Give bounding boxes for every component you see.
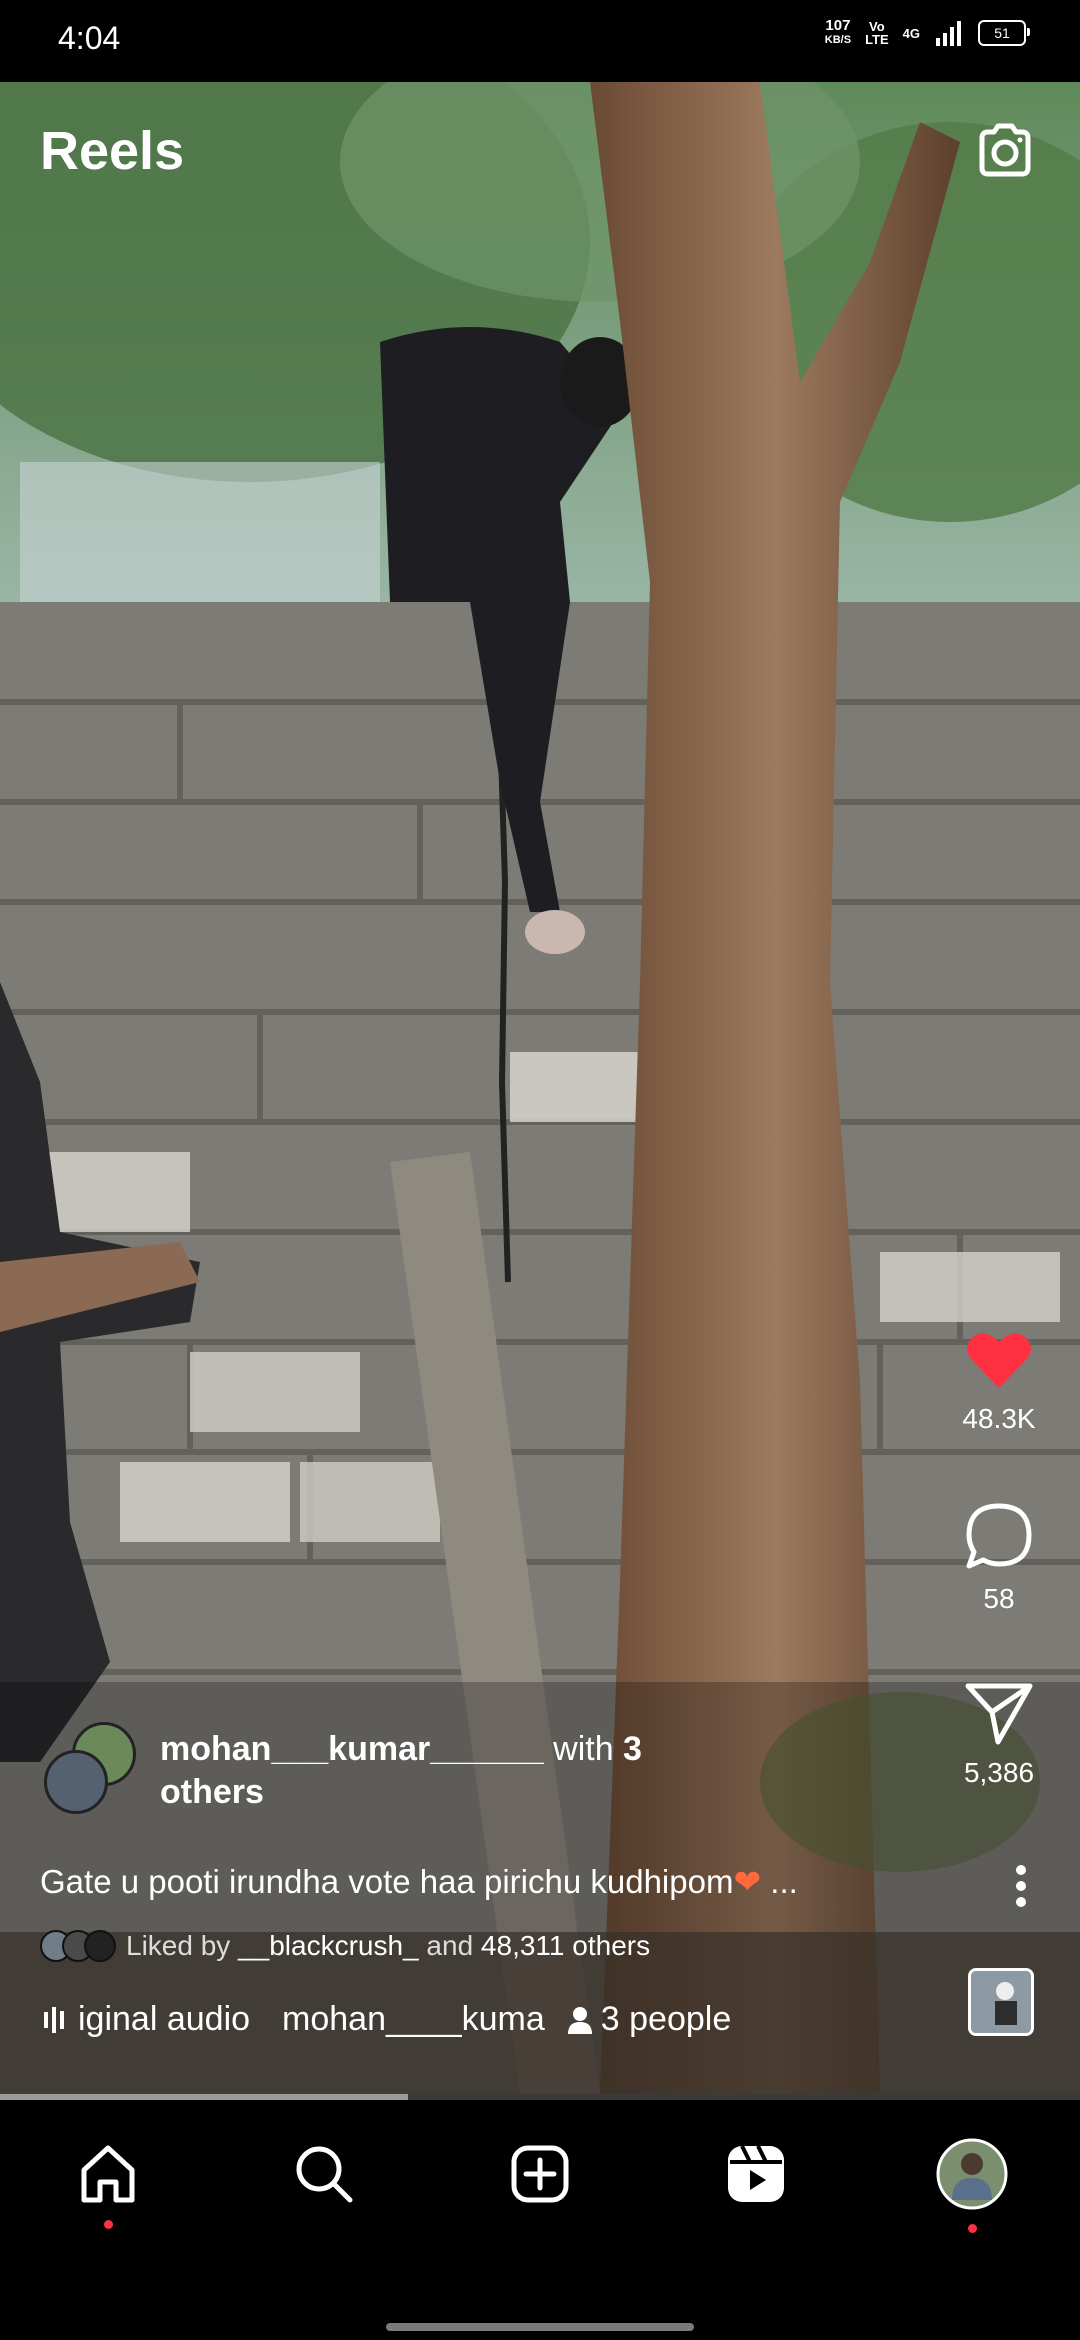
like-count: 48.3K [962,1403,1036,1434]
with-text: with [543,1730,624,1768]
audio-thumbnail[interactable] [968,1968,1034,2036]
status-icons: 107 KB/S Vo LTE 4G 51 [825,18,1030,48]
camera-icon[interactable] [972,118,1038,184]
gesture-bar[interactable] [386,2323,694,2331]
network-speed-unit: KB/S [824,34,852,46]
create-icon[interactable] [508,2142,572,2206]
home-notification-dot [104,2220,113,2229]
comment-action[interactable]: 58 [944,1500,1054,1615]
people-tag-label: 3 people [600,2000,732,2038]
network-speed: 107 KB/S [825,18,851,48]
network-speed-value: 107 [825,17,851,34]
comment-icon[interactable] [963,1500,1035,1572]
profile-notification-dot [968,2224,977,2233]
nav-reels[interactable] [716,2134,796,2214]
like-action[interactable]: 48.3K [944,1328,1054,1435]
liked-by-prefix: Liked by [126,1930,239,1961]
avatar[interactable] [44,1750,108,1814]
battery-level: 51 [994,25,1010,41]
liked-by-user[interactable]: __blackcrush_ [238,1930,419,1961]
liked-by-count[interactable]: 48,311 others [481,1930,650,1961]
page-title: Reels [40,121,185,181]
more-options-icon[interactable] [1014,1864,1028,1908]
caption-text: Gate u pooti irundha vote haa pirichu ku… [40,1863,734,1900]
volte-indicator: Vo LTE [865,20,889,46]
comment-count: 58 [983,1583,1015,1614]
liked-by-and: and [418,1930,481,1961]
nav-search[interactable] [284,2134,364,2214]
audio-bars-icon [44,2006,64,2033]
status-time: 4:04 [58,20,121,56]
reels-icon[interactable] [724,2142,788,2206]
bottom-nav [0,2100,1080,2340]
signal-icon [936,21,961,46]
audio-user[interactable]: mohan____kuma [282,2000,545,2039]
collab-count[interactable]: 3 [623,1730,642,1768]
profile-avatar[interactable] [936,2138,1008,2210]
home-icon[interactable] [76,2142,140,2206]
liked-by-row[interactable]: Liked by __blackcrush_ and 48,311 others [40,1930,650,1962]
liked-by-avatars [40,1930,116,1962]
heart-icon[interactable] [964,1328,1034,1392]
search-icon[interactable] [292,2142,356,2206]
nav-home[interactable] [68,2134,148,2229]
share-action[interactable]: 5,386 [944,1680,1054,1789]
author-line[interactable]: mohan___kumar______ with 3 others [160,1728,700,1814]
caption-more[interactable]: ... [761,1863,798,1900]
fire-heart-emoji: ❤ [733,1863,762,1900]
audio-label[interactable]: iginal audio [78,2000,250,2039]
battery-icon: 51 [978,20,1030,46]
nav-create[interactable] [500,2134,580,2214]
audio-thumbnail-image [971,1971,1031,2033]
collab-others[interactable]: others [160,1773,264,1811]
people-tag[interactable]: 3 people [567,2000,731,2039]
send-icon[interactable] [964,1680,1034,1746]
nav-profile[interactable] [932,2134,1012,2233]
network-type: 4G [902,25,920,41]
post-caption[interactable]: Gate u pooti irundha vote haa pirichu ku… [40,1862,798,1901]
author-username[interactable]: mohan___kumar______ [160,1730,544,1768]
share-count: 5,386 [963,1757,1035,1788]
collab-avatars[interactable] [44,1722,140,1814]
volte-bottom: LTE [865,32,889,47]
person-icon [567,2006,592,2034]
audio-row[interactable]: iginal audio mohan____kuma 3 people [44,2000,731,2039]
status-bar: 4:04 107 KB/S Vo LTE 4G 51 [0,0,1080,82]
